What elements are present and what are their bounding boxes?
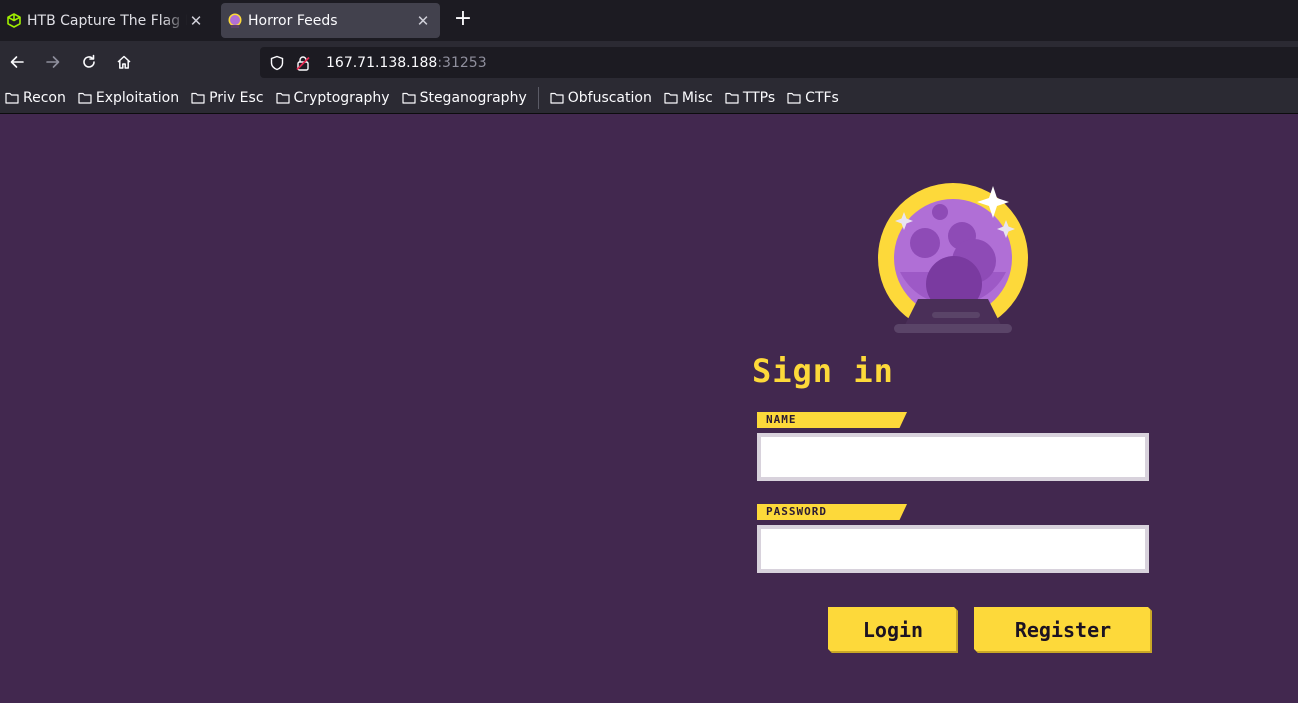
tab-horror-feeds[interactable]: Horror Feeds ✕ xyxy=(221,3,440,38)
login-button[interactable]: Login xyxy=(828,607,958,653)
url-text[interactable]: 167.71.138.188:31253 xyxy=(326,55,487,71)
name-label: NAME xyxy=(757,412,907,428)
bookmark-misc[interactable]: Misc xyxy=(664,90,713,106)
bookmark-cryptography[interactable]: Cryptography xyxy=(275,90,390,106)
plus-icon[interactable]: + xyxy=(451,8,475,32)
insecure-lock-icon[interactable] xyxy=(294,54,312,72)
name-input[interactable] xyxy=(757,433,1149,481)
password-label: PASSWORD xyxy=(757,504,907,520)
tab-title: HTB Capture The Flag Platform xyxy=(27,12,187,29)
folder-icon xyxy=(401,92,416,104)
page-content: Sign in NAME PASSWORD Login Register xyxy=(0,114,1298,703)
bookmark-label: CTFs xyxy=(805,90,839,106)
bookmark-ctfs[interactable]: CTFs xyxy=(787,90,839,106)
crystal-ball-icon xyxy=(878,183,1028,333)
password-input[interactable] xyxy=(757,525,1149,573)
tab-title: Horror Feeds xyxy=(248,12,338,29)
close-icon[interactable]: ✕ xyxy=(187,12,205,30)
page-title: Sign in xyxy=(752,352,894,390)
register-button[interactable]: Register xyxy=(974,607,1152,653)
folder-icon xyxy=(275,92,290,104)
bookmark-label: Exploitation xyxy=(95,90,180,106)
bookmark-label: Misc xyxy=(681,90,713,106)
folder-icon xyxy=(550,92,564,104)
address-bar[interactable]: 167.71.138.188:31253 xyxy=(260,47,1298,78)
close-icon[interactable]: ✕ xyxy=(414,12,432,30)
bookmark-label: Priv Esc xyxy=(209,90,264,106)
bookmark-steganography[interactable]: Steganography xyxy=(401,90,527,106)
back-arrow-icon[interactable] xyxy=(5,50,29,74)
bookmark-ttps[interactable]: TTPs xyxy=(725,90,775,106)
bookmark-priv-esc[interactable]: Priv Esc xyxy=(191,90,264,106)
shield-icon[interactable] xyxy=(268,54,286,72)
folder-icon xyxy=(5,92,19,104)
crystal-ball-icon xyxy=(227,13,243,29)
tab-strip: HTB Capture The Flag Platform ✕ Horror F… xyxy=(0,0,1298,41)
folder-icon xyxy=(78,92,92,104)
tab-htb[interactable]: HTB Capture The Flag Platform ✕ xyxy=(0,0,213,41)
bookmark-label: Recon xyxy=(23,90,66,106)
folder-icon xyxy=(787,92,801,104)
url-port: :31253 xyxy=(437,54,487,71)
navigation-toolbar: 167.71.138.188:31253 xyxy=(0,41,1298,83)
bookmark-label: Steganography xyxy=(419,90,527,106)
forward-arrow-icon[interactable] xyxy=(41,50,65,74)
home-icon[interactable] xyxy=(112,50,136,74)
folder-icon xyxy=(191,92,205,104)
bookmark-label: Obfuscation xyxy=(567,90,652,106)
url-host: 167.71.138.188 xyxy=(326,54,438,71)
bookmark-label: TTPs xyxy=(742,90,776,106)
bookmarks-toolbar: Recon Exploitation Priv Esc Cryptography… xyxy=(0,83,1298,114)
bookmark-label: Cryptography xyxy=(293,90,390,106)
reload-icon[interactable] xyxy=(77,50,101,74)
bookmark-exploitation[interactable]: Exploitation xyxy=(78,90,179,106)
bookmark-recon[interactable]: Recon xyxy=(5,90,66,106)
bookmark-obfuscation[interactable]: Obfuscation xyxy=(550,90,652,106)
htb-cube-icon xyxy=(6,13,22,29)
folder-icon xyxy=(664,92,678,104)
folder-icon xyxy=(725,92,739,104)
bookmark-separator xyxy=(537,87,539,109)
